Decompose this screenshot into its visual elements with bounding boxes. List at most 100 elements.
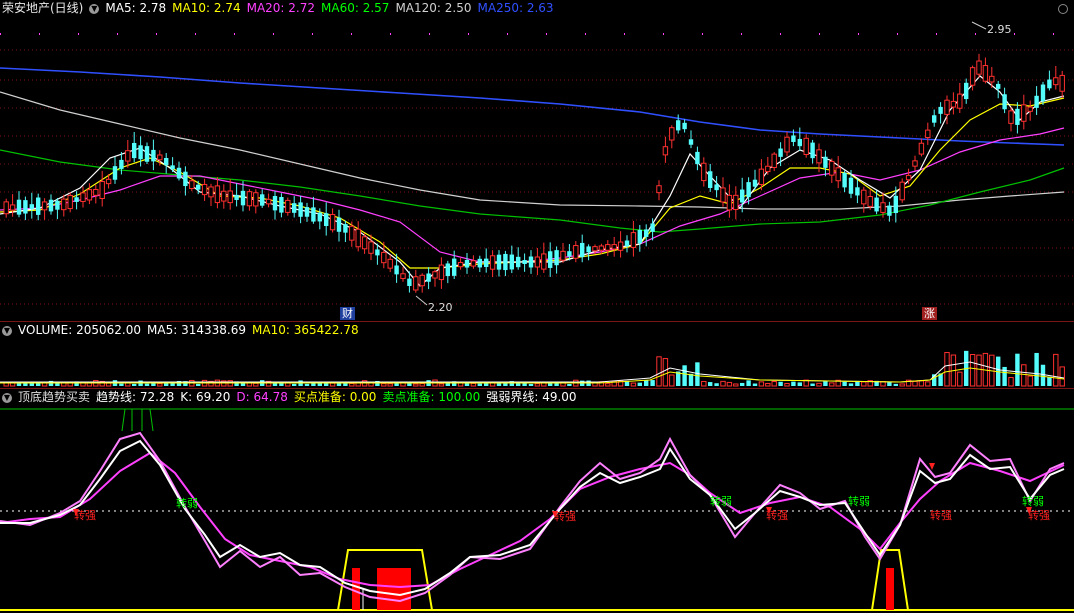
price-panel[interactable]: 荣安地产(日线) ▼ MA5: 2.78 MA10: 2.74 MA20: 2.… — [0, 0, 1074, 321]
volume-bar — [752, 383, 758, 386]
candle — [426, 273, 431, 282]
buy-bar — [886, 568, 894, 610]
candle — [560, 250, 566, 261]
candle — [528, 256, 534, 268]
candle — [361, 236, 368, 250]
signal-strong: 转强 — [1028, 509, 1050, 522]
candle — [201, 183, 208, 196]
candle — [662, 146, 669, 156]
volume-bar — [292, 383, 297, 386]
candle — [292, 203, 297, 213]
candle — [1002, 94, 1007, 110]
d-line — [0, 451, 1065, 589]
candle — [457, 262, 464, 268]
candle — [413, 276, 419, 291]
volume-bar — [740, 382, 745, 386]
low-pointer — [415, 295, 428, 306]
candle — [880, 202, 886, 213]
vol-ma10-line — [0, 367, 1065, 384]
candle — [221, 190, 227, 202]
candle — [279, 196, 284, 213]
candle — [996, 83, 1001, 89]
candle — [176, 167, 182, 179]
candle — [637, 229, 642, 244]
candle — [1027, 106, 1033, 112]
candle — [329, 214, 336, 231]
candle — [630, 232, 637, 248]
candle — [432, 271, 438, 279]
candle — [720, 187, 726, 203]
candle — [586, 246, 591, 253]
volume-bar — [771, 381, 777, 387]
volume-bar — [470, 382, 477, 387]
volume-bar — [164, 383, 169, 386]
volume-bar — [842, 381, 847, 386]
volume-bar — [304, 383, 310, 386]
candle — [598, 245, 605, 251]
candle — [311, 207, 316, 222]
candle — [567, 251, 572, 257]
volume-bar — [637, 382, 642, 386]
volume-bar — [701, 380, 707, 387]
candle — [41, 201, 48, 211]
candle — [752, 179, 758, 187]
candle — [74, 197, 79, 202]
marker-zhang[interactable]: 涨 — [922, 307, 937, 320]
signal-weak: 转弱 — [710, 495, 732, 508]
candle — [196, 184, 201, 190]
volume-bar — [944, 352, 950, 387]
signal-weak: 转弱 — [176, 497, 198, 510]
candle — [86, 189, 93, 201]
volume-bar — [105, 382, 112, 387]
candle — [125, 150, 131, 162]
volume-bar — [816, 382, 822, 387]
candle — [925, 129, 931, 138]
volume-bar — [976, 354, 982, 387]
volume-bar — [969, 354, 976, 387]
volume-bar — [778, 381, 783, 386]
marker-cai[interactable]: 财 — [340, 307, 355, 320]
volume-bar — [1053, 353, 1059, 387]
volume-bar — [157, 383, 163, 387]
candle — [823, 156, 828, 168]
candle — [503, 253, 508, 271]
candle — [617, 241, 624, 251]
candle — [400, 273, 406, 279]
candle — [580, 242, 585, 258]
candle — [522, 259, 527, 265]
volume-bar — [1027, 375, 1033, 387]
candle — [208, 186, 214, 198]
volume-bar — [925, 381, 931, 387]
candle — [548, 251, 553, 268]
candle — [1047, 79, 1052, 89]
candle — [701, 162, 707, 182]
volume-panel[interactable]: ▼ VOLUME: 205062.00 MA5: 314338.69 MA10:… — [0, 322, 1074, 388]
candle — [470, 260, 477, 267]
candle — [170, 165, 175, 170]
candle — [771, 153, 777, 168]
volume-bar — [823, 380, 828, 386]
candle — [1015, 108, 1020, 125]
candle — [829, 160, 835, 176]
candle — [112, 166, 118, 180]
volume-bar — [887, 382, 892, 386]
candle — [381, 251, 387, 264]
volume-chart — [0, 350, 1065, 387]
volume-bar — [419, 383, 425, 387]
candle — [708, 171, 713, 188]
candle — [842, 172, 847, 188]
candle — [105, 178, 112, 185]
candle — [887, 205, 892, 216]
volume-bar — [387, 383, 393, 387]
signal-strong: 转强 — [930, 509, 952, 522]
indicator-panel[interactable]: ▼ 顶底趋势买卖 趋势线: 72.28 K: 69.20 D: 64.78 买点… — [0, 389, 1074, 613]
signal-strong: 转强 — [766, 509, 788, 522]
candle — [151, 149, 156, 162]
volume-bar — [438, 383, 445, 387]
volume-bar — [650, 380, 655, 386]
candle — [861, 189, 867, 205]
candle — [55, 200, 60, 210]
volume-bar — [528, 383, 534, 386]
candle — [797, 138, 802, 147]
candle — [272, 196, 278, 211]
